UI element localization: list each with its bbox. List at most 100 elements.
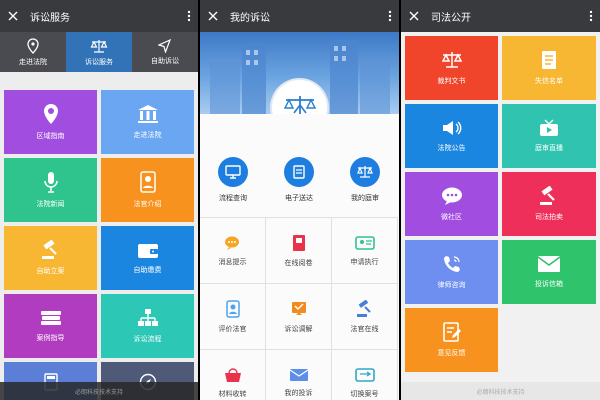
cell-label: 我的投诉 xyxy=(284,388,313,397)
tile-label: 律师咨询 xyxy=(437,281,466,289)
close-button[interactable] xyxy=(0,0,26,32)
nav-self-litigation[interactable]: 自助诉讼 xyxy=(132,32,198,72)
scales-icon xyxy=(90,39,108,53)
cell-message-alert[interactable]: 消息提示 xyxy=(200,217,266,283)
circle-bg xyxy=(284,157,314,187)
btn-label: 流程查询 xyxy=(219,194,247,202)
tile-case-guidance[interactable]: 案例指导 xyxy=(4,294,97,358)
monitor-icon xyxy=(225,165,241,179)
circle-bg xyxy=(350,157,380,187)
judge-icon xyxy=(225,299,240,318)
courthouse-icon xyxy=(137,105,158,123)
tile-dishonest-list[interactable]: 失信名单 xyxy=(502,36,596,100)
tile-label: 法院公告 xyxy=(437,144,466,152)
footer-credit: 必朗科技技术支持 xyxy=(0,382,198,400)
footer-credit: 必朗科技技术支持 xyxy=(401,382,600,400)
microphone-icon xyxy=(43,172,58,193)
tile-label: 失信名单 xyxy=(535,77,563,85)
cell-label: 法官在线 xyxy=(350,324,379,333)
tile-visit-court[interactable]: 走进法院 xyxy=(101,90,194,154)
btn-label: 电子送达 xyxy=(285,194,313,202)
tile-micro-community[interactable]: 微社区 xyxy=(405,172,498,236)
cell-online-file-review[interactable]: 在线阅卷 xyxy=(266,217,332,283)
btn-my-hearing[interactable]: 我的庭审 xyxy=(350,157,380,203)
tile-litigation-process[interactable]: 诉讼流程 xyxy=(101,294,194,358)
close-icon xyxy=(208,11,218,21)
cell-label: 申请执行 xyxy=(350,257,379,266)
more-menu-button[interactable] xyxy=(582,0,600,32)
more-menu-button[interactable] xyxy=(180,0,198,32)
cell-material-transfer[interactable]: 材料收转 xyxy=(200,349,266,400)
cell-switch-case-number[interactable]: 切换案号 xyxy=(332,349,398,400)
speaker-icon xyxy=(442,121,461,135)
tile-label: 诉讼流程 xyxy=(133,335,162,343)
tile-court-announcement[interactable]: 法院公告 xyxy=(405,104,498,168)
id-card-icon xyxy=(354,235,375,250)
more-vertical-icon xyxy=(388,10,392,22)
edit-note-icon xyxy=(442,322,461,342)
cell-judge-online[interactable]: 法官在线 xyxy=(332,283,398,349)
top-bar: 司法公开 xyxy=(401,0,600,32)
page-title: 我的诉讼 xyxy=(230,12,270,24)
cell-label: 消息提示 xyxy=(218,257,247,266)
tile-label: 案例指导 xyxy=(36,334,65,342)
close-icon xyxy=(8,11,18,21)
wallet-icon xyxy=(137,244,158,258)
circle-bg xyxy=(218,157,248,187)
cell-rate-judge[interactable]: 评价法官 xyxy=(200,283,266,349)
tile-label: 法官介绍 xyxy=(133,200,162,208)
books-icon xyxy=(40,311,61,325)
btn-e-delivery[interactable]: 电子送达 xyxy=(284,157,314,203)
location-pin-icon xyxy=(27,37,39,54)
switch-card-icon xyxy=(354,367,375,382)
pen-paper-icon xyxy=(291,301,306,315)
more-menu-button[interactable] xyxy=(381,0,399,32)
tile-court-news[interactable]: 法院新闻 xyxy=(4,158,97,222)
tile-label: 法院新闻 xyxy=(36,200,65,208)
top-bar: 我的诉讼 xyxy=(200,0,399,32)
cell-my-complaint[interactable]: 我的投诉 xyxy=(266,349,332,400)
tile-trial-live[interactable]: 庭审直播 xyxy=(502,104,596,168)
cell-label: 诉讼调解 xyxy=(284,324,313,333)
tile-label: 庭审直播 xyxy=(535,144,563,152)
list-document-icon xyxy=(542,51,556,69)
nav-label: 自助诉讼 xyxy=(151,56,179,65)
close-button[interactable] xyxy=(200,0,226,32)
btn-process-query[interactable]: 流程查询 xyxy=(218,157,248,203)
cell-label: 材料收转 xyxy=(218,389,247,398)
tv-icon xyxy=(540,119,558,136)
screen-judicial-openness: 司法公开 裁判文书 失信名单 法院公告 庭审直播 微社区 司法拍卖 律师咨询 投… xyxy=(401,0,600,400)
tile-label: 投诉信箱 xyxy=(535,280,563,288)
envelope-icon xyxy=(289,368,308,381)
nav-litigation-service[interactable]: 诉讼服务 xyxy=(66,32,132,72)
book-icon xyxy=(292,234,305,251)
cell-apply-execution[interactable]: 申请执行 xyxy=(332,217,398,283)
screen-litigation-service: 诉讼服务 走进法院 诉讼服务 自助诉讼 区域指南 走进法院 法院新闻 法官介绍 … xyxy=(0,0,198,400)
more-vertical-icon xyxy=(589,10,593,22)
tile-judicial-auction[interactable]: 司法拍卖 xyxy=(502,172,596,236)
gavel-icon xyxy=(41,240,57,259)
screen-my-litigation: 我的诉讼 流程查询 电子送达 我的庭审 消息提示 在线阅卷 申请执行 评价法官 … xyxy=(200,0,399,400)
tile-complaint-mailbox[interactable]: 投诉信箱 xyxy=(502,240,596,304)
service-grid: 区域指南 走进法院 法院新闻 法官介绍 自助立案 自助缴费 案例指导 诉讼流程 xyxy=(0,86,198,400)
tile-lawyer-consult[interactable]: 律师咨询 xyxy=(405,240,498,304)
tile-feedback[interactable]: 意见反馈 xyxy=(405,308,498,372)
tile-self-payment[interactable]: 自助缴费 xyxy=(101,226,194,290)
cell-label: 切换案号 xyxy=(350,389,379,398)
tile-label: 自助立案 xyxy=(36,267,65,275)
page-title: 诉讼服务 xyxy=(30,12,70,24)
tile-label: 走进法院 xyxy=(133,131,162,139)
scales-icon xyxy=(441,52,462,68)
nav-visit-court[interactable]: 走进法院 xyxy=(0,32,66,72)
envelope-icon xyxy=(537,256,561,272)
more-vertical-icon xyxy=(187,10,191,22)
tile-self-filing[interactable]: 自助立案 xyxy=(4,226,97,290)
tile-judgment-documents[interactable]: 裁判文书 xyxy=(405,36,498,100)
tile-judge-intro[interactable]: 法官介绍 xyxy=(101,158,194,222)
chat-bubble-icon xyxy=(441,187,462,205)
tile-area-guide[interactable]: 区域指南 xyxy=(4,90,97,154)
tile-label: 意见反馈 xyxy=(437,349,466,357)
close-button[interactable] xyxy=(401,0,427,32)
cell-label: 评价法官 xyxy=(218,324,247,333)
cell-mediation[interactable]: 诉讼调解 xyxy=(266,283,332,349)
